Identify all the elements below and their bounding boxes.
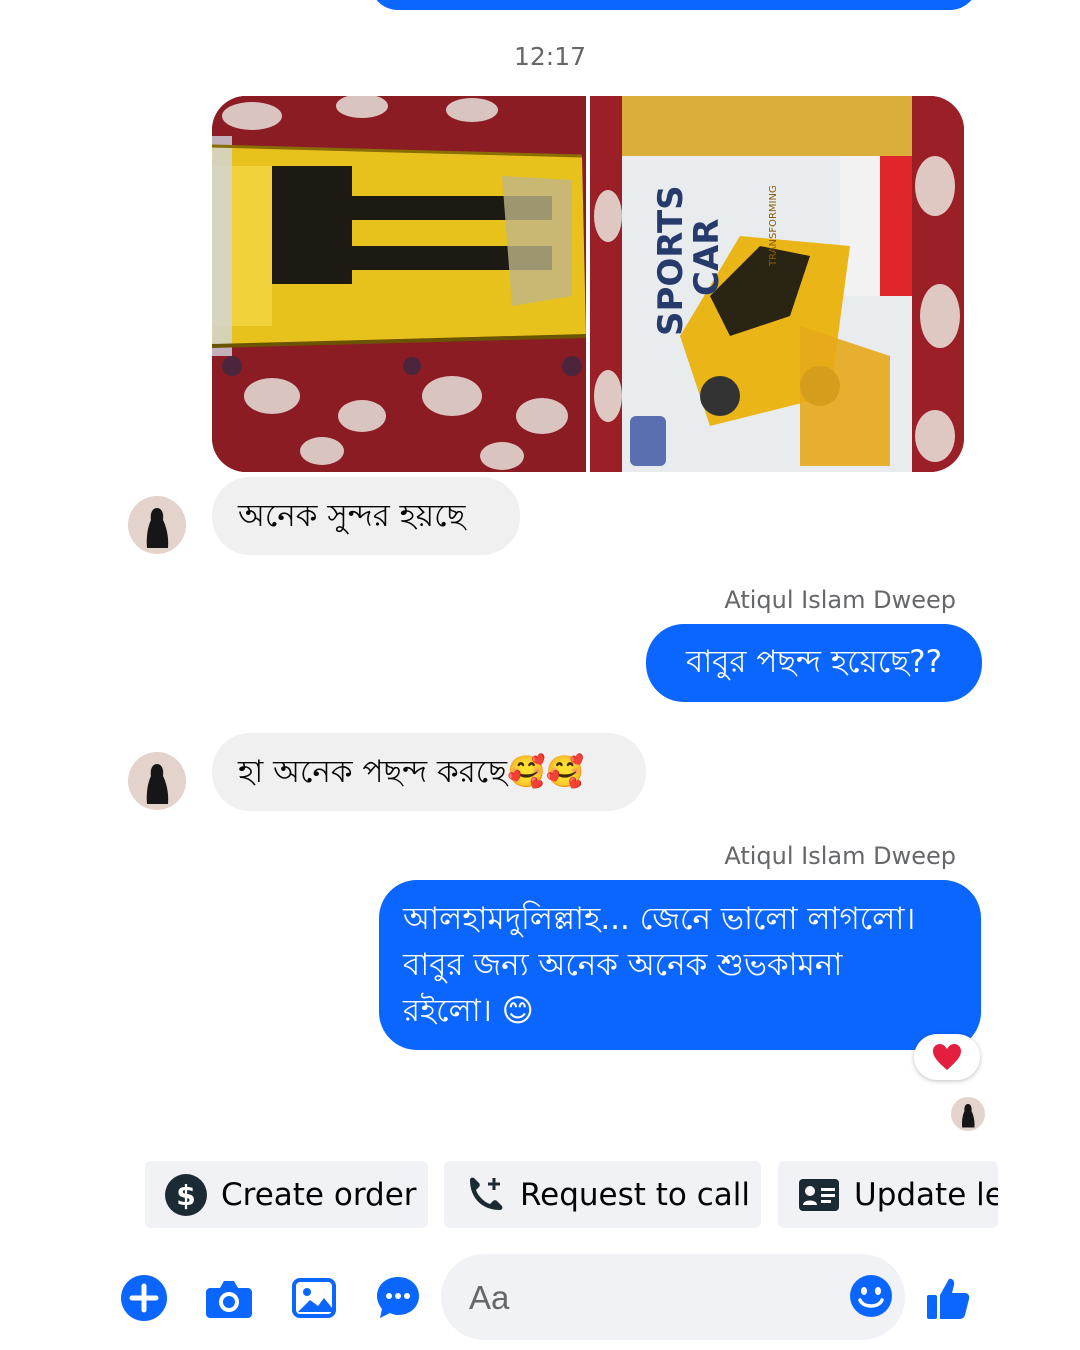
toy-car-photo-art [212,96,586,472]
box-badge: TRANSFORMING [768,185,779,267]
avatar-silhouette-icon [146,508,169,548]
shared-photo-toy-box[interactable]: SPORTS CAR TRANSFORMING [590,96,964,472]
message-text: অনেক সুন্দর হয়ছে [238,498,466,534]
update-button[interactable]: Update le [778,1161,998,1228]
message-composer[interactable] [441,1254,905,1342]
message-timestamp: 12:17 [513,42,587,71]
message-line: আলহামদুলিল্লাহ... জেনে ভালো লাগলো। [403,901,916,937]
chip-label: Create order [221,1176,417,1213]
avatar-silhouette-icon [146,764,169,804]
shared-photo-toy-car[interactable] [212,96,586,472]
outgoing-message-bubble[interactable]: আলহামদুলিল্লাহ... জেনে ভালো লাগলো। বাবুর… [379,880,981,1050]
message-text: বাবুর পছন্দ হয়েছে?? [685,644,943,680]
id-card-icon [798,1178,840,1212]
dollar-circle-icon: $ [165,1173,207,1216]
sender-name: Atiqul Islam Dweep [724,842,956,870]
chat-bubble-icon[interactable] [374,1274,422,1322]
gallery-icon[interactable] [290,1274,338,1322]
seen-avatar [951,1097,985,1131]
request-to-call-button[interactable]: Request to call [444,1161,761,1228]
toy-box-photo-art: SPORTS CAR TRANSFORMING [590,96,964,472]
chip-label: Request to call [520,1176,751,1213]
emoji-icon[interactable] [849,1274,895,1320]
incoming-message-bubble[interactable]: হা অনেক পছন্দ করছে🥰🥰 [212,733,646,811]
heart-icon [933,1044,961,1070]
avatar-silhouette-icon [961,1104,975,1128]
box-title-line2: CAR [687,219,727,296]
contact-avatar[interactable] [128,752,186,810]
message-line: রইলো। 😊 [403,993,534,1029]
message-input[interactable] [467,1254,851,1342]
contact-avatar[interactable] [128,496,186,554]
message-text: হা অনেক পছন্দ করছে🥰🥰 [238,754,585,790]
incoming-message-bubble[interactable]: অনেক সুন্দর হয়ছে [212,477,520,555]
thumbs-up-icon[interactable] [924,1274,972,1322]
heart-reaction[interactable] [914,1034,980,1080]
chip-label: Update le [854,1176,998,1213]
svg-text:$: $ [176,1179,195,1212]
outgoing-message-bubble[interactable]: বাবুর পছন্দ হয়েছে?? [646,624,982,702]
box-title-line1: SPORTS [651,185,691,336]
camera-icon[interactable] [205,1274,253,1322]
phone-plus-icon [464,1174,506,1216]
sender-name: Atiqul Islam Dweep [724,586,956,614]
create-order-button[interactable]: $ Create order [145,1161,428,1228]
previous-message-bubble[interactable] [370,0,978,10]
message-line: বাবুর জন্য অনেক অনেক শুভকামনা [403,947,843,983]
plus-circle-icon[interactable] [120,1274,168,1322]
